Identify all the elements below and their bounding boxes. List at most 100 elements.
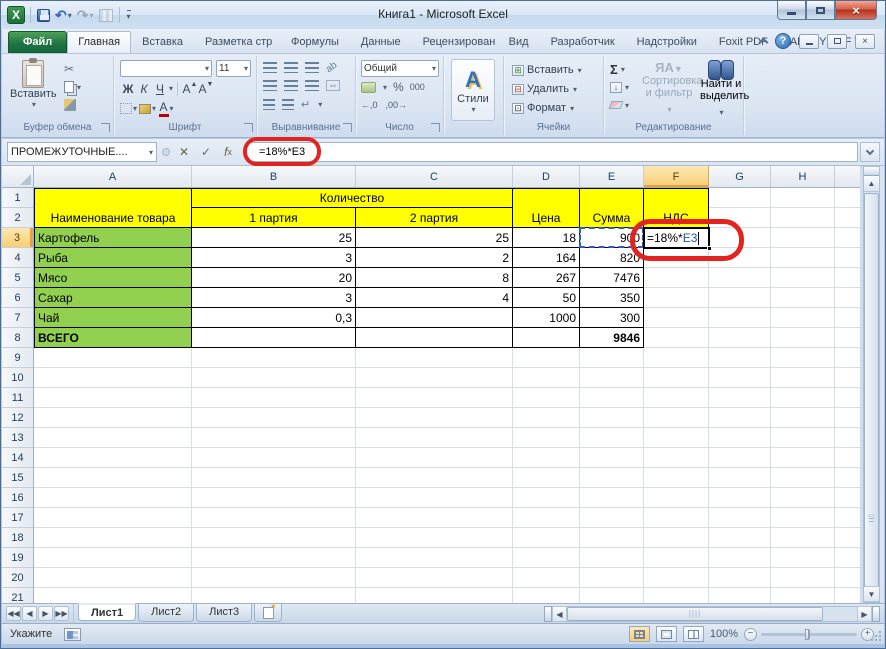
align-left-icon[interactable] xyxy=(263,80,277,91)
name-box[interactable]: ПРОМЕЖУТОЧНЫЕ.... ▾ xyxy=(7,142,157,162)
row-header-9[interactable]: 9 xyxy=(2,348,33,368)
column-header-G[interactable]: G xyxy=(709,166,771,187)
column-header-C[interactable]: C xyxy=(356,166,513,187)
cut-button[interactable]: ✂ xyxy=(64,60,81,78)
number-format-select[interactable]: Общий ▾ xyxy=(361,60,439,77)
tab-Вставка[interactable]: Вставка xyxy=(131,31,194,53)
row-header-14[interactable]: 14 xyxy=(2,448,33,468)
cell-E4[interactable]: 820 xyxy=(580,248,644,268)
column-header-H[interactable]: H xyxy=(771,166,835,187)
column-header-E[interactable]: E xyxy=(580,166,644,187)
scroll-down-button[interactable]: ▼ xyxy=(864,586,879,602)
redo-button[interactable]: ↷ ▾ xyxy=(76,6,95,24)
horizontal-scroll-thumb[interactable] xyxy=(567,607,823,621)
row-header-10[interactable]: 10 xyxy=(2,368,33,388)
number-dialog-launcher[interactable] xyxy=(431,123,440,132)
row-header-5[interactable]: 5 xyxy=(2,268,33,288)
page-layout-view-button[interactable] xyxy=(655,626,677,642)
shrink-font-button[interactable]: A ▼ xyxy=(198,80,214,97)
window-resize-grip[interactable] xyxy=(870,630,882,642)
row-header-12[interactable]: 12 xyxy=(2,408,33,428)
expand-formula-bar-button[interactable] xyxy=(860,142,880,162)
column-header-A[interactable]: A xyxy=(34,166,192,187)
scroll-right-button[interactable]: ▶ xyxy=(857,606,872,622)
fill-button[interactable]: ↓ ▾ xyxy=(610,78,629,96)
row-header-11[interactable]: 11 xyxy=(2,388,33,408)
column-header-F[interactable]: F xyxy=(644,166,709,187)
sort-filter-button[interactable]: ЯА▼ Сортировка и фильтр ▾ xyxy=(642,60,702,117)
prev-sheet-button[interactable]: ◀ xyxy=(22,606,37,621)
customize-quick-access-button[interactable]: ▾ xyxy=(125,6,132,24)
cell-B6[interactable]: 3 xyxy=(192,288,356,308)
cell-D5[interactable]: 267 xyxy=(513,268,580,288)
autosum-button[interactable]: Σ ▾ xyxy=(610,60,629,78)
comma-style-icon[interactable]: 000 xyxy=(410,82,425,92)
vertical-split-handle[interactable] xyxy=(864,167,879,176)
sheet-tab-Лист2[interactable]: Лист2 xyxy=(138,604,195,622)
cell-B5[interactable]: 20 xyxy=(192,268,356,288)
cell-C8[interactable] xyxy=(356,328,513,348)
help-icon[interactable]: ? xyxy=(775,33,791,49)
first-sheet-button[interactable]: ◀◀ xyxy=(6,606,21,621)
row-header-4[interactable]: 4 xyxy=(2,248,33,268)
clear-button[interactable]: ▾ xyxy=(608,96,629,114)
increase-indent-icon[interactable] xyxy=(282,99,294,110)
decrease-indent-icon[interactable] xyxy=(263,99,275,110)
cell-C5[interactable]: 8 xyxy=(356,268,513,288)
cell-D1[interactable]: Цена xyxy=(513,188,580,228)
confirm-entry-button[interactable]: ✓ xyxy=(196,142,216,162)
sheet-tab-Лист1[interactable]: Лист1 xyxy=(78,603,137,621)
tab-Файл[interactable]: Файл xyxy=(8,31,68,53)
row-header-21[interactable]: 21 xyxy=(2,588,33,604)
name-box-grip[interactable] xyxy=(162,148,170,156)
cell-E5[interactable]: 7476 xyxy=(580,268,644,288)
horizontal-split-handle-right[interactable] xyxy=(872,606,880,622)
last-sheet-button[interactable]: ▶▶ xyxy=(54,606,69,621)
wrap-text-icon[interactable]: ↵ xyxy=(301,98,310,111)
row-header-16[interactable]: 16 xyxy=(2,488,33,508)
cell-A6[interactable]: Сахар xyxy=(34,288,192,308)
scroll-left-button[interactable]: ◀ xyxy=(552,606,567,622)
active-cell-F3[interactable]: =18%* E3 xyxy=(643,227,712,251)
tab-Данные[interactable]: Данные xyxy=(350,31,412,53)
horizontal-split-handle-left[interactable] xyxy=(544,606,552,622)
cell-B3[interactable]: 25 xyxy=(192,228,356,248)
orientation-icon[interactable]: ab xyxy=(324,60,339,75)
cell-B8[interactable] xyxy=(192,328,356,348)
minimize-button[interactable] xyxy=(777,1,806,20)
cell-E6[interactable]: 350 xyxy=(580,288,644,308)
row-header-1[interactable]: 1 xyxy=(2,188,33,208)
cell-C4[interactable]: 2 xyxy=(356,248,513,268)
undo-button[interactable]: ↶ ▾ xyxy=(54,6,73,24)
tab-Главная[interactable]: Главная xyxy=(67,31,132,53)
sheet-tab-Лист3[interactable]: Лист3 xyxy=(196,604,253,622)
percent-style-icon[interactable]: % xyxy=(393,80,404,94)
align-top-icon[interactable] xyxy=(263,62,277,73)
minimize-ribbon-icon[interactable] xyxy=(758,37,769,48)
paste-button[interactable]: Вставить ▾ xyxy=(10,58,57,109)
cell-A5[interactable]: Мясо xyxy=(34,268,192,288)
cell-B7[interactable]: 0,3 xyxy=(192,308,356,328)
cell-A8[interactable]: ВСЕГО xyxy=(34,328,192,348)
borders-button[interactable]: ▾ xyxy=(120,100,137,117)
row-header-20[interactable]: 20 xyxy=(2,568,33,588)
cells-area[interactable]: Наименование товара Количество Цена Сумма НД… xyxy=(34,188,863,603)
cell-A4[interactable]: Рыба xyxy=(34,248,192,268)
increase-decimal-icon[interactable]: ←,0 xyxy=(361,100,378,110)
page-break-view-button[interactable] xyxy=(682,626,704,642)
cell-C7[interactable] xyxy=(356,308,513,328)
cell-E8[interactable]: 9846 xyxy=(580,328,644,348)
close-button[interactable]: × xyxy=(835,1,877,20)
insert-worksheet-tab[interactable] xyxy=(254,602,283,622)
bold-button[interactable]: Ж xyxy=(120,80,136,97)
normal-view-button[interactable] xyxy=(628,626,650,642)
row-header-2[interactable]: 2 xyxy=(2,208,33,228)
cell-B2[interactable]: 1 партия xyxy=(192,208,356,228)
zoom-out-button[interactable]: − xyxy=(744,627,757,641)
cell-E1[interactable]: Сумма xyxy=(580,188,644,228)
tab-Формулы[interactable]: Формулы xyxy=(280,31,350,53)
cell-A7[interactable]: Чай xyxy=(34,308,192,328)
cell-B4[interactable]: 3 xyxy=(192,248,356,268)
font-dialog-launcher[interactable] xyxy=(244,123,253,132)
select-all-corner[interactable] xyxy=(2,166,34,188)
